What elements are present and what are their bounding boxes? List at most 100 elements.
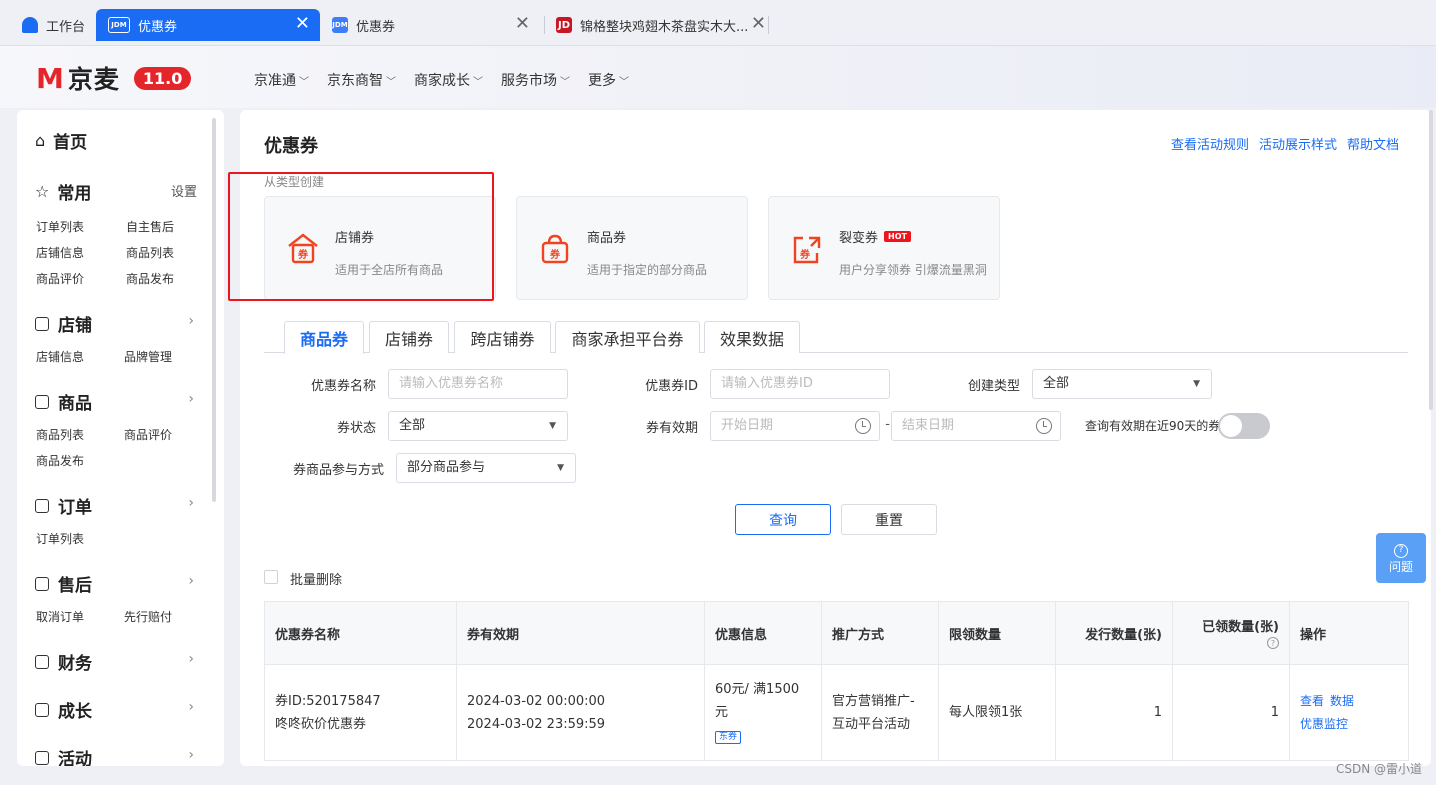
question-icon[interactable]: ? <box>1267 637 1279 649</box>
reset-button[interactable]: 重置 <box>841 504 937 535</box>
view-link[interactable]: 查看 <box>1300 694 1324 708</box>
sidebar-link[interactable]: 商品列表 <box>126 244 174 261</box>
sidebar-link[interactable]: 品牌管理 <box>124 348 172 365</box>
coupon-type-tabs: 商品券 店铺券 跨店铺券 商家承担平台券 效果数据 <box>264 321 1408 354</box>
sidebar-link[interactable]: 订单列表 <box>36 218 84 235</box>
browser-tab-workbench[interactable]: 工作台 <box>22 9 92 41</box>
sidebar-link[interactable]: 商品发布 <box>126 270 174 287</box>
jingmai-logo[interactable]: M 京麦 11.0 <box>36 60 192 96</box>
nav-shangzhi[interactable]: 京东商智 ﹀ <box>327 70 396 90</box>
display-style-link[interactable]: 活动展示样式 <box>1259 134 1337 153</box>
sidebar-link[interactable]: 订单列表 <box>36 530 84 547</box>
batch-delete-checkbox[interactable] <box>264 570 278 584</box>
coupon-id-input[interactable]: 请输入优惠券ID <box>710 369 890 399</box>
sidebar-goods[interactable]: 商品 <box>35 389 92 414</box>
date-separator: - <box>885 417 890 432</box>
sidebar-link[interactable]: 店铺信息 <box>36 244 84 261</box>
coupon-name-label: 优惠券名称 <box>310 379 376 394</box>
svg-text:券: 券 <box>549 248 561 261</box>
sidebar-scrollbar[interactable] <box>212 118 216 502</box>
sidebar-link[interactable]: 商品评价 <box>36 270 84 287</box>
product-coupon-card[interactable]: 券 商品券 适用于指定的部分商品 <box>516 196 748 300</box>
top-right-links: 查看活动规则 活动展示样式 帮助文档 <box>1171 134 1399 153</box>
tab-shop-coupon[interactable]: 店铺券 <box>369 321 449 353</box>
caret-down-icon: ▼ <box>557 463 564 473</box>
card-title: 裂变券 HOT <box>839 227 911 246</box>
cell-discount: 60元/ 满1500 元 东券 <box>704 664 822 761</box>
chevron-right-icon[interactable]: › <box>188 573 194 589</box>
sidebar-shop[interactable]: 店铺 <box>35 311 92 336</box>
nav-more[interactable]: 更多 ﹀ <box>588 70 629 90</box>
col-validity: 券有效期 <box>456 601 705 665</box>
discount-monitor-link[interactable]: 优惠监控 <box>1300 717 1348 731</box>
sidebar-aftersale[interactable]: 售后 <box>35 571 92 596</box>
jd-icon: JD <box>556 17 572 33</box>
browser-tab-product[interactable]: JD 锦格整块鸡翅木茶盘实木大... ✕ <box>556 9 766 41</box>
close-tab-icon[interactable]: ✕ <box>751 15 766 33</box>
chevron-right-icon[interactable]: › <box>188 651 194 667</box>
participation-select[interactable]: 部分商品参与 ▼ <box>396 453 576 483</box>
nav-growth[interactable]: 商家成长 ﹀ <box>414 70 483 90</box>
browser-tab-label: 工作台 <box>46 19 86 35</box>
chevron-right-icon[interactable]: › <box>188 391 194 407</box>
sidebar-home[interactable]: ⌂ 首页 <box>35 128 87 153</box>
sidebar-link[interactable]: 自主售后 <box>126 218 174 235</box>
coupon-name-input[interactable]: 请输入优惠券名称 <box>388 369 568 399</box>
browser-tab-label: 优惠券 <box>138 19 178 35</box>
question-icon: ? <box>1394 544 1408 558</box>
coupon-status-select[interactable]: 全部 ▼ <box>388 411 568 441</box>
svg-text:券: 券 <box>799 248 811 261</box>
col-actions: 操作 <box>1289 601 1409 665</box>
create-type-select[interactable]: 全部 ▼ <box>1032 369 1212 399</box>
cell-limit: 每人限领1张 <box>938 664 1056 761</box>
sidebar-link[interactable]: 商品评价 <box>124 426 172 443</box>
fission-coupon-card[interactable]: 券 裂变券 HOT 用户分享领券 引爆流量黑洞 <box>768 196 1000 300</box>
sidebar-settings-link[interactable]: 设置 <box>171 181 197 200</box>
cell-received: 1 <box>1172 664 1290 761</box>
chevron-right-icon[interactable]: › <box>188 699 194 715</box>
highlight-box <box>228 172 494 301</box>
logo-name: 京麦 <box>67 65 120 94</box>
sidebar-order[interactable]: 订单 <box>35 493 92 518</box>
query-button[interactable]: 查询 <box>735 504 831 535</box>
tab-effect-data[interactable]: 效果数据 <box>704 321 800 353</box>
browser-tab-coupon-active[interactable]: JDM 优惠券 ✕ <box>96 9 320 41</box>
toggle-knob <box>1220 415 1242 437</box>
nav-jingzhuntong[interactable]: 京准通 ﹀ <box>254 70 309 90</box>
activity-icon <box>35 750 49 765</box>
close-tab-icon[interactable]: ✕ <box>295 15 310 33</box>
cell-issued: 1 <box>1055 664 1173 761</box>
sidebar-growth[interactable]: 成长 <box>35 697 92 722</box>
start-date-input[interactable]: 开始日期 <box>710 411 880 441</box>
help-float-button[interactable]: ? 问题 <box>1376 533 1426 583</box>
sidebar-link[interactable]: 商品列表 <box>36 426 84 443</box>
activity-rules-link[interactable]: 查看活动规则 <box>1171 134 1249 153</box>
chevron-down-icon: ﹀ <box>299 76 309 88</box>
tab-product-coupon[interactable]: 商品券 <box>284 321 364 354</box>
browser-tab-coupon[interactable]: JDM 优惠券 ✕ <box>332 9 540 41</box>
sidebar-finance[interactable]: 财务 <box>35 649 92 674</box>
sidebar: ⌂ 首页 ☆ 常用 设置 订单列表 自主售后 店铺信息 商品列表 商品评价 商品发布… <box>17 110 224 766</box>
close-tab-icon[interactable]: ✕ <box>515 15 530 33</box>
col-limit: 限领数量 <box>938 601 1056 665</box>
chevron-right-icon[interactable]: › <box>188 747 194 763</box>
chevron-down-icon: ﹀ <box>386 76 396 88</box>
help-label: 问题 <box>1388 560 1413 574</box>
sidebar-link[interactable]: 取消订单 <box>36 608 84 625</box>
chevron-right-icon[interactable]: › <box>188 495 194 511</box>
end-date-input[interactable]: 结束日期 <box>891 411 1061 441</box>
chevron-down-icon: ﹀ <box>560 76 570 88</box>
sidebar-link[interactable]: 店铺信息 <box>36 348 84 365</box>
tab-cross-shop-coupon[interactable]: 跨店铺券 <box>454 321 551 353</box>
nav-service-market[interactable]: 服务市场 ﹀ <box>501 70 570 90</box>
share-coupon-icon: 券 <box>793 236 821 264</box>
tab-merchant-platform-coupon[interactable]: 商家承担平台券 <box>555 321 700 353</box>
help-docs-link[interactable]: 帮助文档 <box>1347 134 1399 153</box>
chevron-right-icon[interactable]: › <box>188 313 194 329</box>
sidebar-activity[interactable]: 活动 <box>35 745 92 766</box>
sidebar-link[interactable]: 商品发布 <box>36 452 84 469</box>
data-link[interactable]: 数据 <box>1330 694 1354 708</box>
sidebar-link[interactable]: 先行赔付 <box>124 608 172 625</box>
recent-90-days-toggle[interactable] <box>1218 413 1270 439</box>
page-scrollbar[interactable] <box>1429 110 1433 410</box>
